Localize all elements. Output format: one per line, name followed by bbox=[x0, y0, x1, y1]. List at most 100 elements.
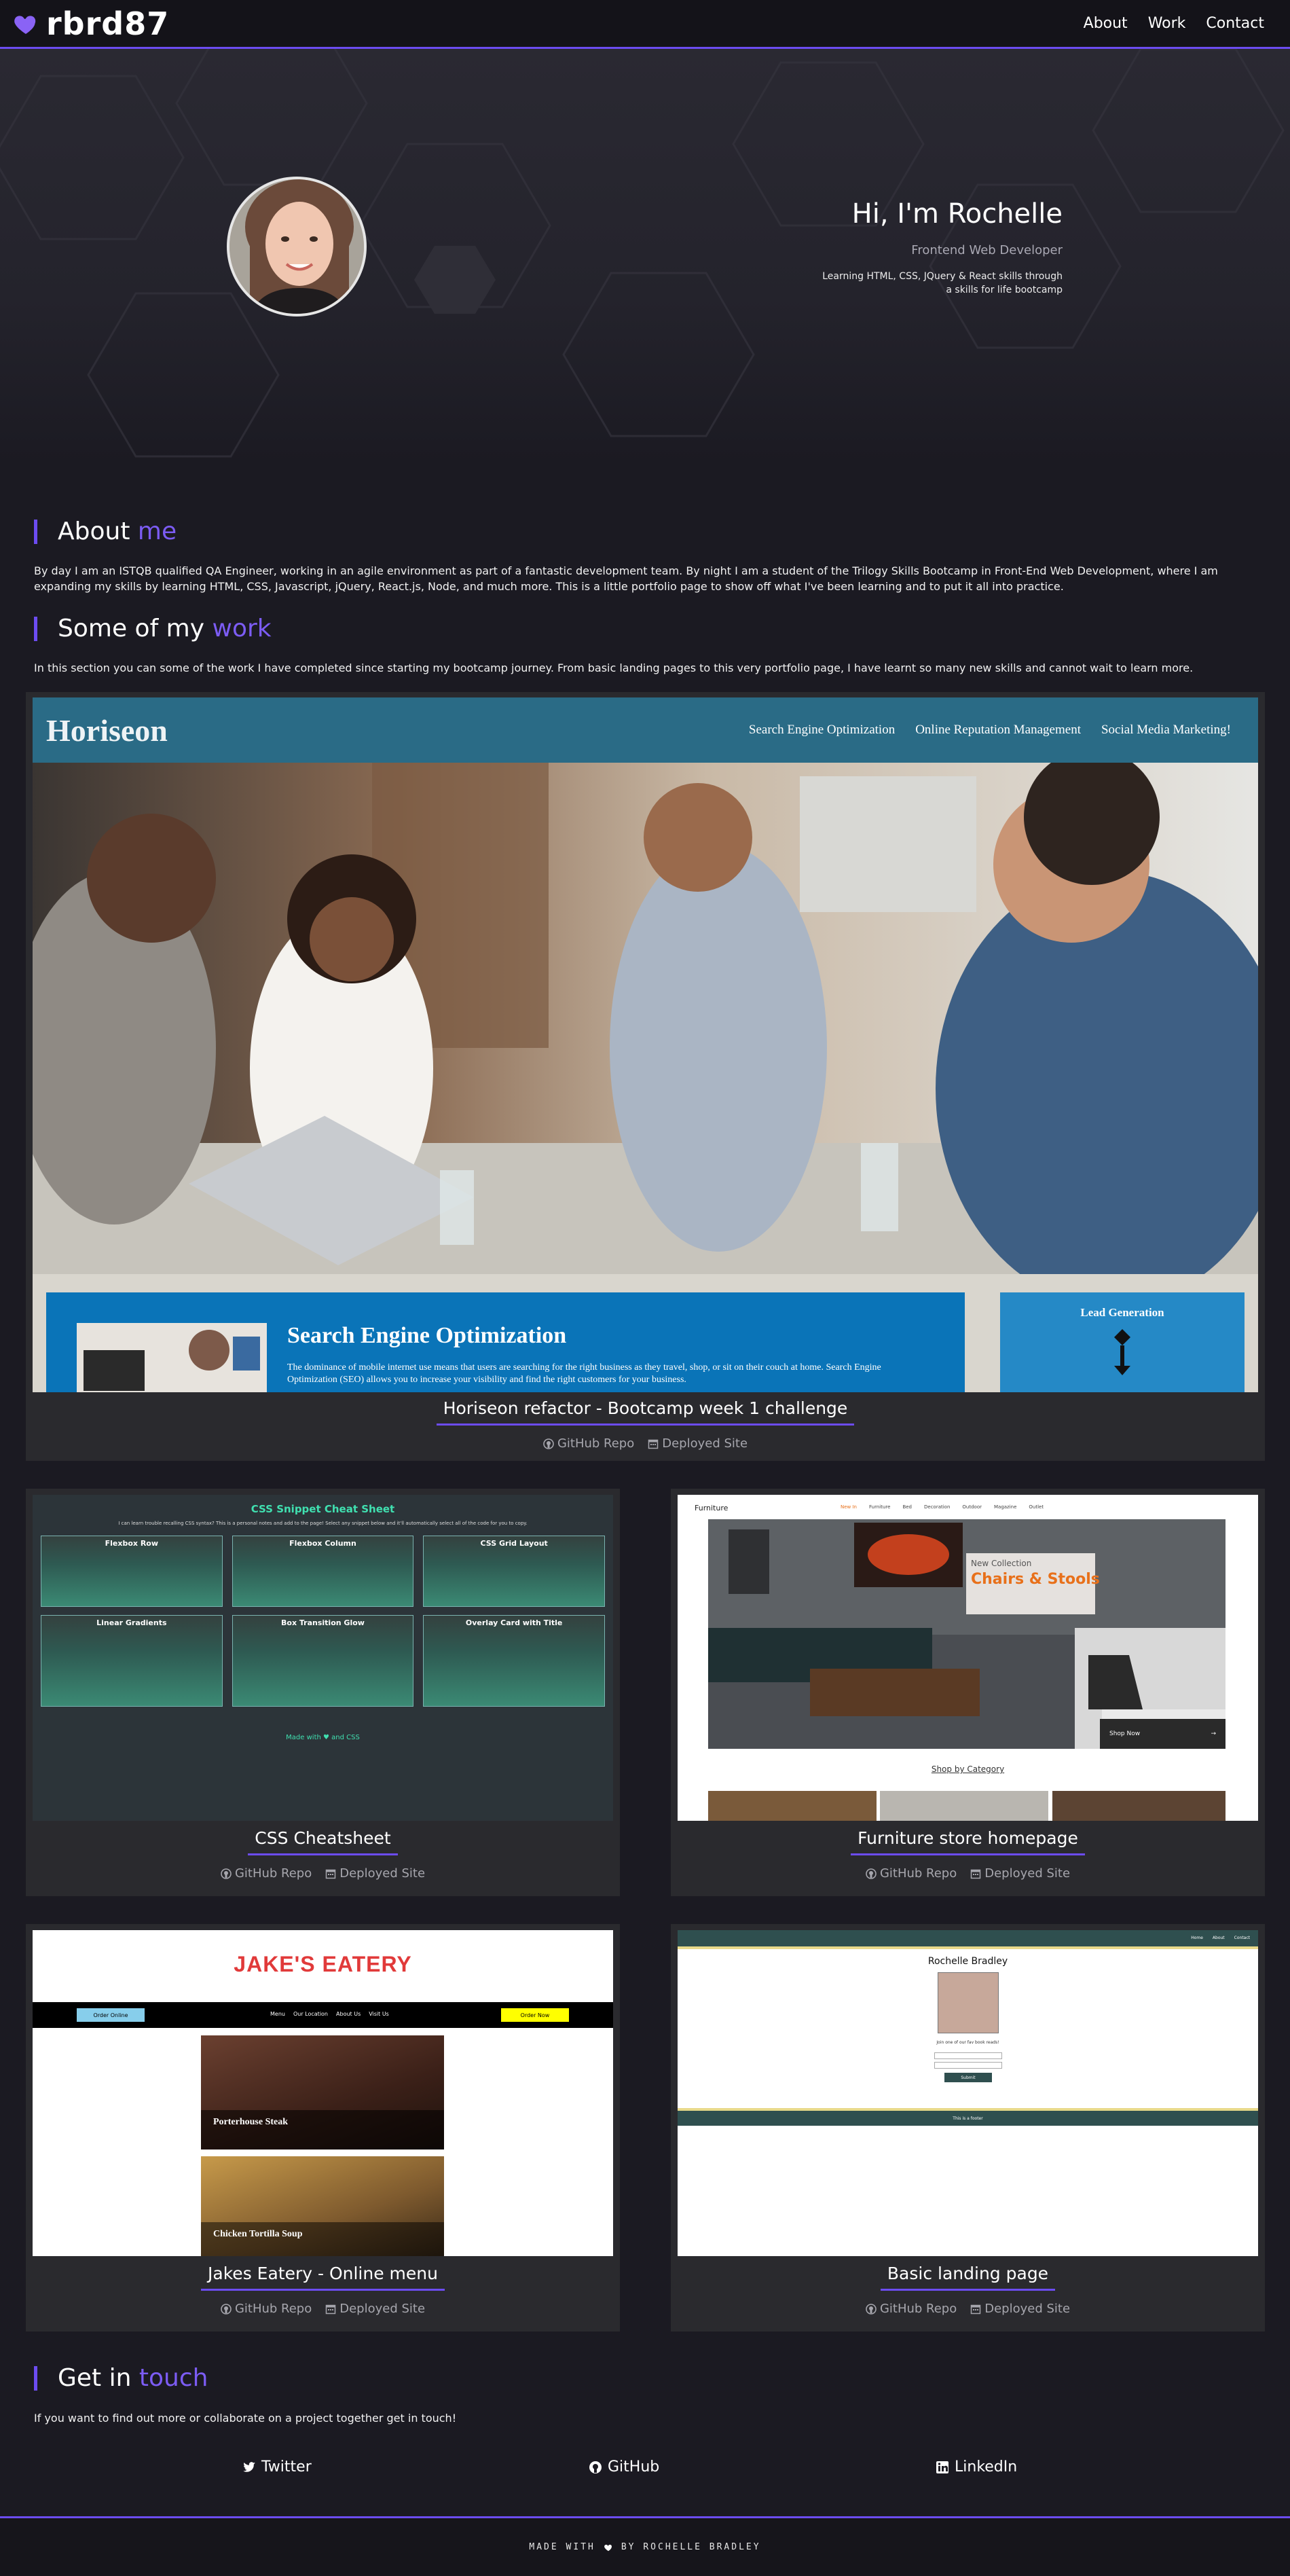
horiseon-header: Horiseon Search Engine Optimization Onli… bbox=[33, 697, 1258, 763]
about-text: By day I am an ISTQB qualified QA Engine… bbox=[34, 564, 1218, 593]
furniture-category-link[interactable]: Shop by Category bbox=[678, 1764, 1258, 1774]
landing-nav: Home About Contact bbox=[678, 1930, 1258, 1946]
footer: MADE WITH BY ROCHELLE BRADLEY bbox=[0, 2516, 1290, 2576]
horiseon-hero-photo bbox=[33, 763, 1258, 1274]
landing-photo bbox=[938, 1972, 999, 2033]
cheatsheet-footer: Made with ♥ and CSS bbox=[286, 1734, 360, 1741]
work-heading: Some of my work bbox=[34, 617, 272, 641]
nav-links: About Work Contact bbox=[1084, 15, 1264, 32]
landing-name: Rochelle Bradley bbox=[927, 1956, 1008, 1967]
landing-submit-button[interactable]: Submit bbox=[944, 2073, 992, 2082]
linkedin-label: LinkedIn bbox=[955, 2459, 1018, 2475]
horiseon-nav: Search Engine Optimization Online Reputa… bbox=[749, 723, 1231, 738]
github-icon bbox=[221, 1868, 232, 1879]
nav-about-link[interactable]: About bbox=[1084, 15, 1128, 32]
hero-title: Hi, I'm Rochelle bbox=[851, 198, 1063, 230]
deployed-site-link[interactable]: Deployed Site bbox=[648, 1436, 748, 1451]
cheatsheet-box: CSS Grid Layout bbox=[423, 1536, 605, 1607]
deployed-site-label: Deployed Site bbox=[984, 2302, 1071, 2316]
project-preview-horiseon[interactable]: Horiseon Search Engine Optimization Onli… bbox=[33, 697, 1258, 1392]
github-repo-label: GitHub Repo bbox=[557, 1436, 635, 1451]
furniture-brand: Furniture bbox=[695, 1504, 729, 1512]
deployed-site-label: Deployed Site bbox=[339, 1866, 426, 1881]
cheatsheet-box-title: Linear Gradients bbox=[96, 1618, 167, 1627]
jakes-nav-item: About Us bbox=[336, 2011, 361, 2017]
furniture-nav-item: Outlet bbox=[1029, 1504, 1044, 1510]
github-icon bbox=[866, 2303, 877, 2315]
cheatsheet-box-title: Box Transition Glow bbox=[281, 1618, 365, 1627]
nav-work-link[interactable]: Work bbox=[1148, 15, 1186, 32]
linkedin-link[interactable]: LinkedIn bbox=[936, 2459, 1017, 2475]
github-link[interactable]: GitHub bbox=[589, 2459, 659, 2475]
deployed-site-link[interactable]: Deployed Site bbox=[970, 2302, 1070, 2316]
project-preview-jakes-eatery[interactable]: JAKE'S EATERY Order Online Menu Our Loca… bbox=[33, 1930, 613, 2256]
jakes-dish-card: Porterhouse Steak bbox=[201, 2035, 444, 2149]
project-title: Horiseon refactor - Bootcamp week 1 chal… bbox=[436, 1398, 855, 1426]
jakes-nav-bar: Order Online Menu Our Location About Us … bbox=[33, 2002, 613, 2028]
github-repo-link[interactable]: GitHub Repo bbox=[866, 1866, 957, 1881]
footer-text-after: BY ROCHELLE BRADLEY bbox=[621, 2542, 761, 2552]
github-repo-link[interactable]: GitHub Repo bbox=[221, 1866, 312, 1881]
twitter-link[interactable]: Twitter bbox=[242, 2459, 312, 2475]
jakes-nav-item: Menu bbox=[270, 2011, 285, 2017]
github-repo-link[interactable]: GitHub Repo bbox=[543, 1436, 634, 1451]
jakes-nav: Menu Our Location About Us Visit Us bbox=[270, 2011, 389, 2017]
github-icon bbox=[866, 1868, 877, 1879]
deployed-site-label: Deployed Site bbox=[339, 2302, 426, 2316]
deployed-site-link[interactable]: Deployed Site bbox=[325, 1866, 425, 1881]
jakes-nav-item: Our Location bbox=[293, 2011, 329, 2017]
landing-input[interactable] bbox=[934, 2062, 1002, 2069]
cheatsheet-box: Overlay Card with Title bbox=[423, 1615, 605, 1707]
linkedin-icon bbox=[936, 2461, 948, 2473]
github-repo-label: GitHub Repo bbox=[879, 2302, 957, 2316]
horiseon-logo: Horiseon bbox=[46, 712, 168, 748]
github-repo-link[interactable]: GitHub Repo bbox=[221, 2302, 312, 2316]
contact-heading: Get in touch bbox=[34, 2366, 208, 2391]
heart-icon bbox=[14, 15, 36, 34]
lead-title: Lead Generation bbox=[1080, 1306, 1164, 1319]
category-tile bbox=[708, 1791, 877, 1821]
deployed-site-link[interactable]: Deployed Site bbox=[970, 1866, 1070, 1881]
cheatsheet-box-title: Flexbox Row bbox=[105, 1539, 159, 1548]
about-heading-accent: me bbox=[137, 518, 177, 545]
furniture-nav-item: Outdoor bbox=[962, 1504, 982, 1510]
hero-text: Hi, I'm Rochelle Frontend Web Developer … bbox=[723, 198, 1063, 297]
dish-title: Porterhouse Steak bbox=[213, 2117, 289, 2127]
hexagon-background bbox=[0, 49, 1285, 458]
calendar-icon bbox=[648, 1439, 659, 1449]
contact-heading-accent: touch bbox=[139, 2364, 208, 2392]
deployed-site-link[interactable]: Deployed Site bbox=[325, 2302, 425, 2316]
cheatsheet-box-title: Flexbox Column bbox=[289, 1539, 356, 1548]
project-preview-furniture[interactable]: Furniture New In Furniture Bed Decoratio… bbox=[678, 1495, 1258, 1821]
project-caption: Horiseon refactor - Bootcamp week 1 chal… bbox=[26, 1398, 1265, 1451]
brand-name: rbrd87 bbox=[46, 5, 170, 42]
work-heading-prefix: Some of my bbox=[58, 615, 213, 642]
jakes-order-online-button[interactable]: Order Online bbox=[77, 2008, 145, 2022]
category-tile bbox=[880, 1791, 1048, 1821]
project-caption: Jakes Eatery - Online menu GitHub Repo D… bbox=[26, 2264, 620, 2316]
work-text: In this section you can some of the work… bbox=[34, 661, 1194, 674]
jakes-nav-item: Visit Us bbox=[369, 2011, 389, 2017]
github-repo-link[interactable]: GitHub Repo bbox=[866, 2302, 957, 2316]
furniture-nav-item: Magazine bbox=[993, 1504, 1017, 1510]
project-preview-css-cheatsheet[interactable]: CSS Snippet Cheat Sheet I can learn trou… bbox=[33, 1495, 613, 1821]
nav-contact-link[interactable]: Contact bbox=[1206, 15, 1264, 32]
landing-footer: This is a footer bbox=[678, 2111, 1258, 2126]
project-card-basic-landing: Home About Contact Rochelle Bradley Join… bbox=[671, 1924, 1265, 2332]
twitter-icon bbox=[243, 2461, 255, 2472]
project-links: GitHub Repo Deployed Site bbox=[26, 1436, 1265, 1451]
furniture-hero-photo bbox=[708, 1519, 1226, 1749]
landing-nav-item: Home bbox=[1191, 1936, 1203, 1940]
github-icon bbox=[543, 1438, 554, 1449]
project-preview-basic-landing[interactable]: Home About Contact Rochelle Bradley Join… bbox=[678, 1930, 1258, 2256]
cheatsheet-grid: Flexbox Row Flexbox Column CSS Grid Layo… bbox=[41, 1536, 605, 1707]
furniture-shop-now-button[interactable]: Shop Now → bbox=[1100, 1719, 1226, 1749]
cheatsheet-heading: CSS Snippet Cheat Sheet bbox=[251, 1503, 395, 1515]
profile-avatar bbox=[227, 177, 367, 316]
jakes-order-now-button[interactable]: Order Now bbox=[501, 2008, 569, 2022]
project-caption: CSS Cheatsheet GitHub Repo Deployed Site bbox=[26, 1828, 620, 1881]
furniture-collection-label: New Collection bbox=[971, 1559, 1032, 1568]
landing-input[interactable] bbox=[934, 2052, 1002, 2059]
cheatsheet-intro: I can learn trouble recalling CSS syntax… bbox=[118, 1521, 528, 1526]
brand[interactable]: rbrd87 bbox=[12, 5, 169, 42]
